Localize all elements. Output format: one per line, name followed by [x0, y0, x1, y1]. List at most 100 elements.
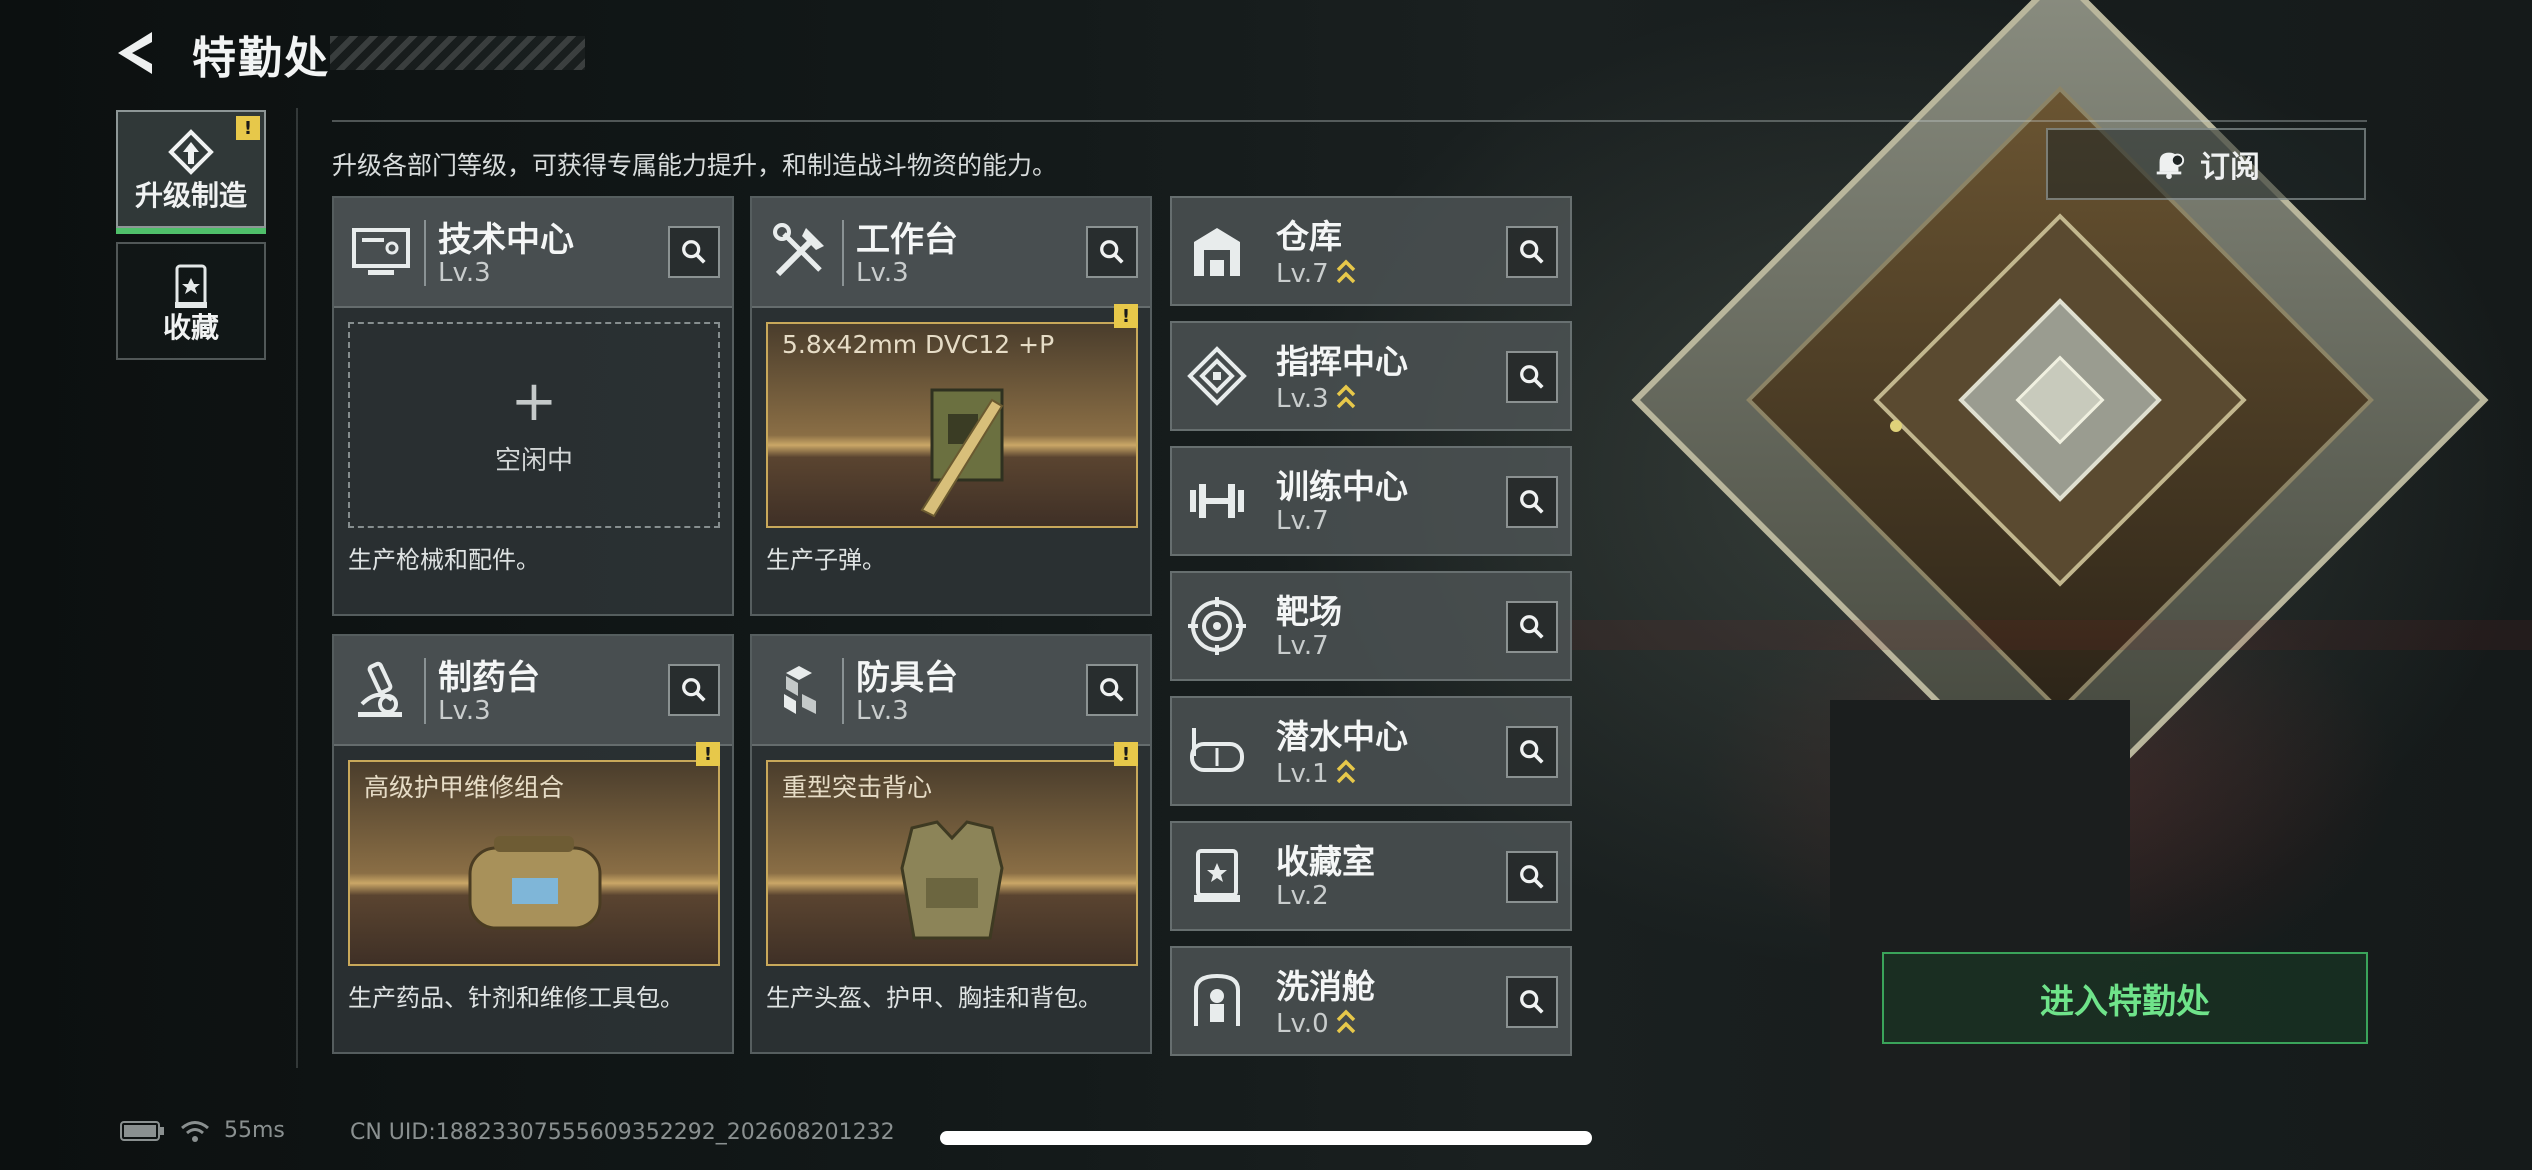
ammo-box-icon — [920, 388, 1004, 518]
facility-description: 生产头盔、护甲、胸挂和背包。 — [766, 984, 1102, 1012]
facility-level: Lv.3 — [438, 696, 491, 726]
facility-level: Lv.3 — [856, 696, 909, 726]
back-arrow-icon — [118, 32, 152, 74]
repair-kit-icon — [468, 836, 602, 930]
warehouse-icon — [1194, 228, 1240, 276]
facility-card-tech-center: 技术中心 Lv.3 + 空闲中 生产枪械和配件。 — [332, 196, 734, 616]
tab-upgrade-craft[interactable]: 升级制造 ! — [116, 110, 266, 234]
inspect-button[interactable] — [1506, 226, 1558, 278]
inspect-button[interactable] — [1506, 976, 1558, 1028]
production-slot-idle[interactable]: + 空闲中 — [348, 322, 720, 528]
search-icon — [1520, 615, 1544, 639]
facility-card-header: 技术中心 Lv.3 — [334, 198, 732, 308]
facility-row-training-center[interactable]: 训练中心 Lv.7 — [1170, 446, 1572, 556]
tab-collection[interactable]: 收藏 — [116, 242, 266, 360]
title-decoration — [330, 36, 585, 70]
facility-level: Lv.3 — [438, 258, 491, 288]
production-slot-item[interactable]: 重型突击背心 ! — [766, 742, 1138, 966]
enter-special-ops-label: 进入特勤处 — [2040, 981, 2210, 1022]
battery-icon — [120, 1120, 164, 1141]
facility-level: Lv.0 — [1276, 1006, 1357, 1039]
facility-name: 工作台 — [856, 220, 958, 260]
facility-row-command-center[interactable]: 指挥中心 Lv.3 — [1170, 321, 1572, 431]
facility-description: 生产子弹。 — [766, 546, 886, 574]
upgrade-available-icon — [1336, 1009, 1355, 1034]
facility-row-shooting-range[interactable]: 靶场 Lv.7 — [1170, 571, 1572, 681]
facility-level-value: Lv.7 — [1276, 631, 1329, 661]
inspect-button[interactable] — [668, 226, 720, 278]
armor-boxes-icon — [784, 666, 816, 714]
facility-card-header: 工作台 Lv.3 — [752, 198, 1150, 308]
facility-name: 训练中心 — [1276, 467, 1408, 506]
inspect-button[interactable] — [1086, 664, 1138, 716]
search-icon — [1100, 240, 1124, 264]
facility-row-diving-center[interactable]: 潜水中心 Lv.1 — [1170, 696, 1572, 806]
page-description: 升级各部门等级，可获得专属能力提升，和制造战斗物资的能力。 — [332, 151, 1058, 180]
facility-card-workbench: 工作台 Lv.3 5.8x42mm DVC12 +P ! 生产子弹。 — [750, 196, 1152, 616]
search-icon — [1520, 865, 1544, 889]
subscribe-button[interactable]: 订阅 — [2046, 128, 2366, 200]
upgrade-icon — [168, 129, 214, 175]
production-slot-item[interactable]: 5.8x42mm DVC12 +P ! — [766, 304, 1138, 528]
facility-level: Lv.7 — [1276, 631, 1329, 661]
target-icon — [1188, 597, 1246, 655]
facility-level-value: Lv.2 — [1276, 881, 1329, 911]
inspect-button[interactable] — [1506, 351, 1558, 403]
facility-card-body: 5.8x42mm DVC12 +P ! 生产子弹。 — [752, 304, 1150, 614]
header-divider — [332, 120, 2367, 122]
tools-icon — [773, 223, 824, 277]
bell-icon — [2156, 152, 2185, 180]
search-icon — [1520, 240, 1544, 264]
facility-level: Lv.7 — [1276, 506, 1329, 536]
facility-level: Lv.3 — [856, 258, 909, 288]
inspect-button[interactable] — [1506, 601, 1558, 653]
facility-name: 仓库 — [1276, 217, 1342, 256]
ping-readout: 55ms — [224, 1118, 285, 1143]
facility-row-collection-room[interactable]: 收藏室 Lv.2 — [1170, 821, 1572, 931]
facility-name: 收藏室 — [1276, 842, 1375, 881]
facility-name: 指挥中心 — [1276, 342, 1408, 381]
warning-badge: ! — [236, 116, 260, 140]
facility-level-value: Lv.7 — [1276, 506, 1329, 536]
search-icon — [1520, 740, 1544, 764]
header-separator — [424, 658, 426, 724]
decon-icon — [1194, 973, 1240, 1026]
header-separator — [842, 658, 844, 724]
inspect-button[interactable] — [1506, 476, 1558, 528]
facility-level: Lv.3 — [1276, 381, 1357, 414]
status-bar: 55ms — [120, 1118, 285, 1143]
item-name: 5.8x42mm DVC12 +P — [782, 330, 1055, 359]
facility-card-header: 防具台 Lv.3 — [752, 636, 1150, 746]
upgrade-available-icon — [1336, 259, 1355, 284]
facility-level-value: Lv.3 — [1276, 384, 1329, 414]
inspect-button[interactable] — [1506, 851, 1558, 903]
home-indicator[interactable] — [940, 1131, 1592, 1145]
facility-card-body: + 空闲中 生产枪械和配件。 — [334, 308, 732, 614]
search-icon — [1520, 365, 1544, 389]
facility-row-warehouse[interactable]: 仓库 Lv.7 — [1170, 196, 1572, 306]
collection-icon — [175, 264, 207, 308]
inspect-button[interactable] — [1506, 726, 1558, 778]
sidebar-divider — [296, 108, 298, 1068]
inspect-button[interactable] — [1086, 226, 1138, 278]
facility-name: 潜水中心 — [1276, 717, 1408, 756]
warning-badge: ! — [1114, 304, 1138, 328]
command-icon — [1187, 346, 1247, 406]
facility-level-value: Lv.0 — [1276, 1009, 1329, 1039]
back-button[interactable] — [112, 28, 162, 78]
upgrade-available-icon — [1336, 759, 1355, 784]
facility-level: Lv.1 — [1276, 756, 1357, 789]
monitor-icon — [352, 228, 410, 275]
facility-level: Lv.7 — [1276, 256, 1357, 289]
production-slot-item[interactable]: 高级护甲维修组合 ! — [348, 742, 720, 966]
facility-name: 靶场 — [1276, 592, 1342, 631]
facility-card-armor-bench: 防具台 Lv.3 重型突击背心 ! 生产头盔、护甲、胸挂和背包。 — [750, 634, 1152, 1054]
header-separator — [842, 220, 844, 286]
header-separator — [424, 220, 426, 286]
facility-level: Lv.2 — [1276, 881, 1329, 911]
facility-row-decontamination[interactable]: 洗消舱 Lv.0 — [1170, 946, 1572, 1056]
enter-special-ops-button[interactable]: 进入特勤处 — [1882, 952, 2368, 1044]
inspect-button[interactable] — [668, 664, 720, 716]
facility-name: 制药台 — [438, 658, 540, 698]
facility-level-value: Lv.7 — [1276, 259, 1329, 289]
